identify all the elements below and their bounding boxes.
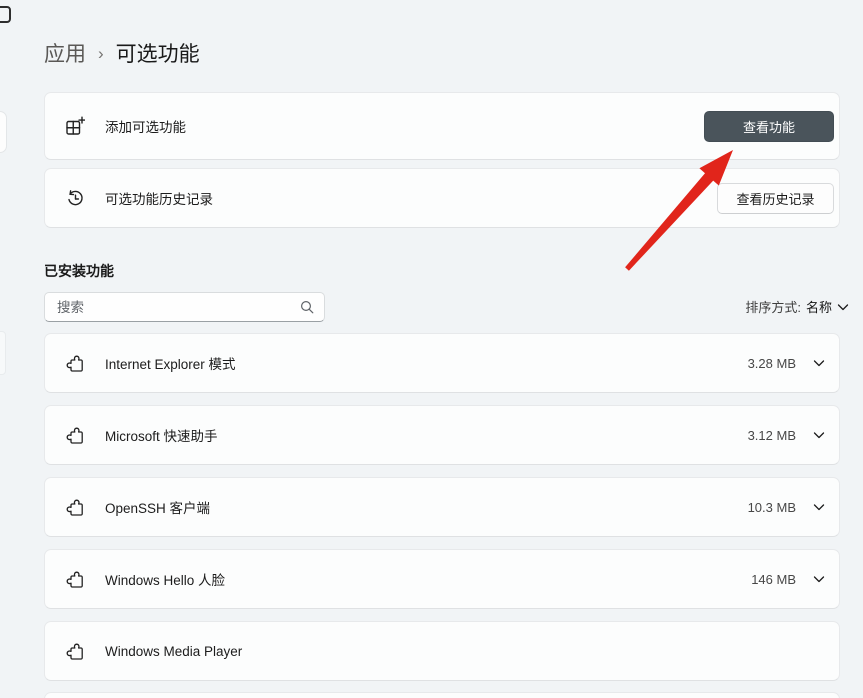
history-icon <box>65 188 85 208</box>
feature-name: OpenSSH 客户端 <box>105 497 210 517</box>
sort-value: 名称 <box>806 297 832 316</box>
nav-pane-edge-fragment-2 <box>0 331 6 375</box>
feature-row-windows-media-player[interactable]: Windows Media Player <box>44 621 840 681</box>
add-feature-label: 添加可选功能 <box>105 116 186 136</box>
nav-pane-edge-fragment <box>0 111 7 153</box>
breadcrumb-apps[interactable]: 应用 <box>44 38 86 68</box>
puzzle-piece-icon <box>65 569 85 589</box>
feature-history-card: 可选功能历史记录 查看历史记录 <box>44 168 840 228</box>
search-input[interactable] <box>55 299 293 316</box>
feature-name: Internet Explorer 模式 <box>105 353 236 373</box>
chevron-down-icon[interactable] <box>813 430 825 440</box>
sort-dropdown[interactable]: 排序方式: 名称 <box>745 297 849 316</box>
feature-size: 3.12 MB <box>748 428 796 443</box>
puzzle-piece-icon <box>65 353 85 373</box>
puzzle-piece-icon <box>65 641 85 661</box>
add-feature-icon <box>65 116 85 136</box>
feature-size: 146 MB <box>751 572 796 587</box>
feature-row-internet-explorer-mode[interactable]: Internet Explorer 模式 3.28 MB <box>44 333 840 393</box>
installed-features-heading: 已安装功能 <box>44 261 114 281</box>
sort-label: 排序方式: <box>745 297 801 316</box>
chevron-down-icon[interactable] <box>813 502 825 512</box>
puzzle-piece-icon <box>65 497 85 517</box>
feature-row-openssh-client[interactable]: OpenSSH 客户端 10.3 MB <box>44 477 840 537</box>
view-features-button[interactable]: 查看功能 <box>704 111 834 142</box>
search-icon[interactable] <box>299 299 315 315</box>
add-optional-feature-card: 添加可选功能 查看功能 <box>44 92 840 160</box>
page-title: 可选功能 <box>116 38 200 68</box>
feature-size: 10.3 MB <box>748 500 796 515</box>
chevron-down-icon <box>837 302 849 312</box>
breadcrumb-separator-icon: › <box>98 43 104 64</box>
view-history-button[interactable]: 查看历史记录 <box>717 183 834 214</box>
chevron-down-icon[interactable] <box>813 574 825 584</box>
feature-name: Windows Media Player <box>105 644 242 659</box>
breadcrumb: 应用 › 可选功能 <box>44 38 200 68</box>
chevron-down-icon[interactable] <box>813 358 825 368</box>
settings-optional-features-page: 应用 › 可选功能 添加可选功能 查看功能 可选功能历史记录 <box>0 0 863 698</box>
feature-name: Windows Hello 人脸 <box>105 569 225 589</box>
feature-row-quick-assist[interactable]: Microsoft 快速助手 3.12 MB <box>44 405 840 465</box>
feature-size: 3.28 MB <box>748 356 796 371</box>
partial-feature-row <box>44 692 840 698</box>
feature-history-label: 可选功能历史记录 <box>105 188 213 208</box>
search-box[interactable] <box>44 292 325 322</box>
window-edge-fragment <box>0 6 11 23</box>
puzzle-piece-icon <box>65 425 85 445</box>
feature-row-windows-hello-face[interactable]: Windows Hello 人脸 146 MB <box>44 549 840 609</box>
feature-name: Microsoft 快速助手 <box>105 425 218 445</box>
